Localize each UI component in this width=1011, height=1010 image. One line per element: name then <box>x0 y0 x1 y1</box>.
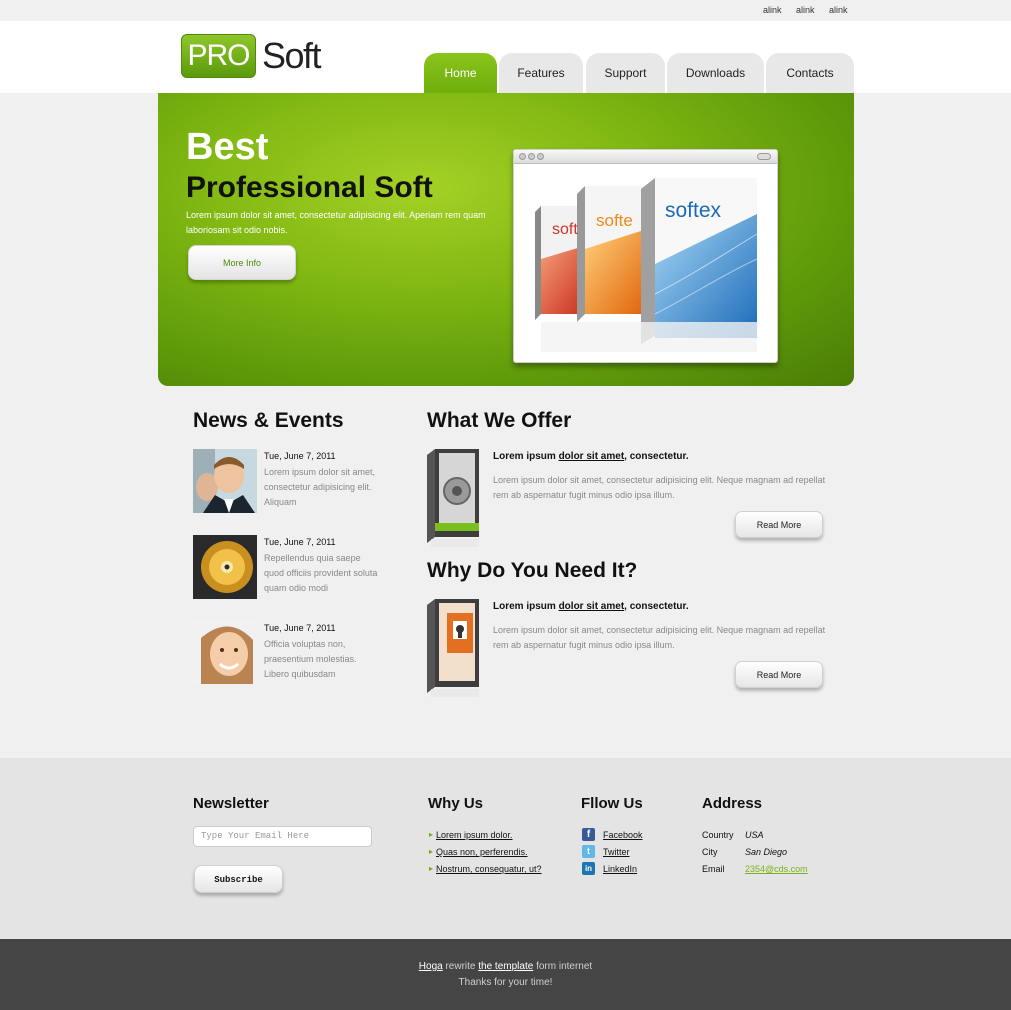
box-label-3: softex <box>665 199 722 222</box>
offer-headline-a: Lorem ipsum <box>493 451 559 462</box>
top-link-3[interactable]: alink <box>829 5 848 15</box>
software-boxes-illustration: soft softe softex <box>535 178 758 352</box>
offer-read-more-button[interactable]: Read More <box>735 511 823 538</box>
news-thumb-woman-icon <box>193 620 257 684</box>
footer-credit-line: Hoga rewrite the template form internet <box>0 961 1011 972</box>
need-read-more-button[interactable]: Read More <box>735 661 823 688</box>
hoga-link[interactable]: Hoga <box>419 961 443 972</box>
bullet-icon: ▸ <box>429 830 434 839</box>
top-link-1[interactable]: alink <box>763 5 782 15</box>
tab-contacts[interactable]: Contacts <box>766 53 854 93</box>
logo-pro-text: PRO <box>187 39 250 72</box>
address-country-label: Country <box>702 830 734 840</box>
need-headline-b: , consectetur. <box>624 601 689 612</box>
why-us-title: Why Us <box>428 795 484 812</box>
follow-us-title: Fllow Us <box>581 795 643 812</box>
logo-soft-text: Soft <box>262 35 322 76</box>
news-item-text: Lorem ipsum dolor sit amet, consectetur … <box>264 467 376 507</box>
window-dot-icon <box>528 153 535 160</box>
need-headline-a: Lorem ipsum <box>493 601 559 612</box>
twitter-link[interactable]: Twitter <box>603 847 630 857</box>
credit-text-1: rewrite <box>442 961 479 972</box>
need-section-title: Why Do You Need It? <box>427 559 638 582</box>
facebook-icon[interactable]: f <box>582 828 595 841</box>
offer-headline-b: , consectetur. <box>624 451 689 462</box>
why-us-link-2[interactable]: Quas non, perferendis. <box>436 847 528 857</box>
why-us-link-3[interactable]: Nostrum, consequatur, ut? <box>436 864 542 874</box>
news-item-date: Tue, June 7, 2011 <box>264 451 336 461</box>
hero-title-professional: Professional Soft <box>186 171 433 204</box>
address-title: Address <box>702 795 763 812</box>
site-header: PRO Soft Home Features Support Downloads… <box>0 21 1011 93</box>
window-dot-icon <box>537 153 544 160</box>
top-utility-bar: alink alink alink <box>0 0 1011 21</box>
footer-bottom-bar <box>0 939 1011 1010</box>
news-item-text: Officia voluptas non, praesentium molest… <box>264 639 357 679</box>
tab-downloads[interactable]: Downloads <box>667 53 764 93</box>
newsletter-email-input[interactable]: Type Your Email Here <box>193 826 372 847</box>
software-box-lock-icon <box>427 599 479 697</box>
hero-title-best: Best <box>186 126 269 168</box>
top-link-2[interactable]: alink <box>796 5 815 15</box>
newsletter-title: Newsletter <box>193 795 269 812</box>
news-thumb-person-photo[interactable] <box>193 449 257 513</box>
hero-description: Lorem ipsum dolor sit amet, consectetur … <box>186 210 486 235</box>
twitter-icon[interactable]: t <box>582 845 595 858</box>
news-item-text: Repellendus quia saepe quod officiis pro… <box>264 553 378 593</box>
need-text: Lorem ipsum dolor sit amet, consectetur … <box>493 625 826 650</box>
offer-headline: Lorem ipsum dolor sit amet, consectetur. <box>493 451 689 462</box>
window-dot-icon <box>519 153 526 160</box>
window-resize-icon <box>757 153 771 160</box>
credit-text-2: form internet <box>533 961 593 972</box>
bullet-icon: ▸ <box>429 864 434 873</box>
offer-section-title: What We Offer <box>427 409 572 432</box>
news-thumb-person-icon <box>193 449 257 513</box>
subscribe-button[interactable]: Subscribe <box>194 865 283 893</box>
address-city-label: City <box>702 847 718 857</box>
news-item-date: Tue, June 7, 2011 <box>264 623 336 633</box>
address-email-label: Email <box>702 864 725 874</box>
news-item-date: Tue, June 7, 2011 <box>264 537 336 547</box>
linkedin-icon[interactable]: in <box>582 862 595 875</box>
why-us-link-1[interactable]: Lorem ipsum dolor. <box>436 830 513 840</box>
offer-headline-link[interactable]: dolor sit amet <box>559 451 625 462</box>
linkedin-link[interactable]: LinkedIn <box>603 864 637 874</box>
tab-support[interactable]: Support <box>586 53 665 93</box>
facebook-link[interactable]: Facebook <box>603 830 643 840</box>
news-thumb-disc-icon <box>193 535 257 599</box>
footer-thanks: Thanks for your time! <box>458 977 553 988</box>
need-headline-link[interactable]: dolor sit amet <box>559 601 625 612</box>
product-browser-frame: soft softe softex <box>513 149 778 363</box>
address-email-link[interactable]: 2354@cds.com <box>745 864 808 874</box>
browser-titlebar <box>514 150 777 164</box>
box-label-1: soft <box>552 221 578 238</box>
tab-home[interactable]: Home <box>424 53 497 93</box>
address-city-value: San Diego <box>745 847 788 857</box>
tab-features[interactable]: Features <box>499 53 583 93</box>
news-thumb-disc-photo[interactable] <box>193 535 257 599</box>
news-section-title: News & Events <box>193 409 344 432</box>
box-label-2: softe <box>596 211 633 230</box>
bullet-icon: ▸ <box>429 847 434 856</box>
offer-text: Lorem ipsum dolor sit amet, consectetur … <box>493 475 826 500</box>
news-thumb-woman-photo[interactable] <box>193 620 257 684</box>
more-info-button[interactable]: More Info <box>188 245 296 280</box>
software-box-safe-icon <box>427 449 479 547</box>
address-country-value: USA <box>745 830 764 840</box>
need-headline: Lorem ipsum dolor sit amet, consectetur. <box>493 601 689 612</box>
template-link[interactable]: the template <box>478 961 533 972</box>
